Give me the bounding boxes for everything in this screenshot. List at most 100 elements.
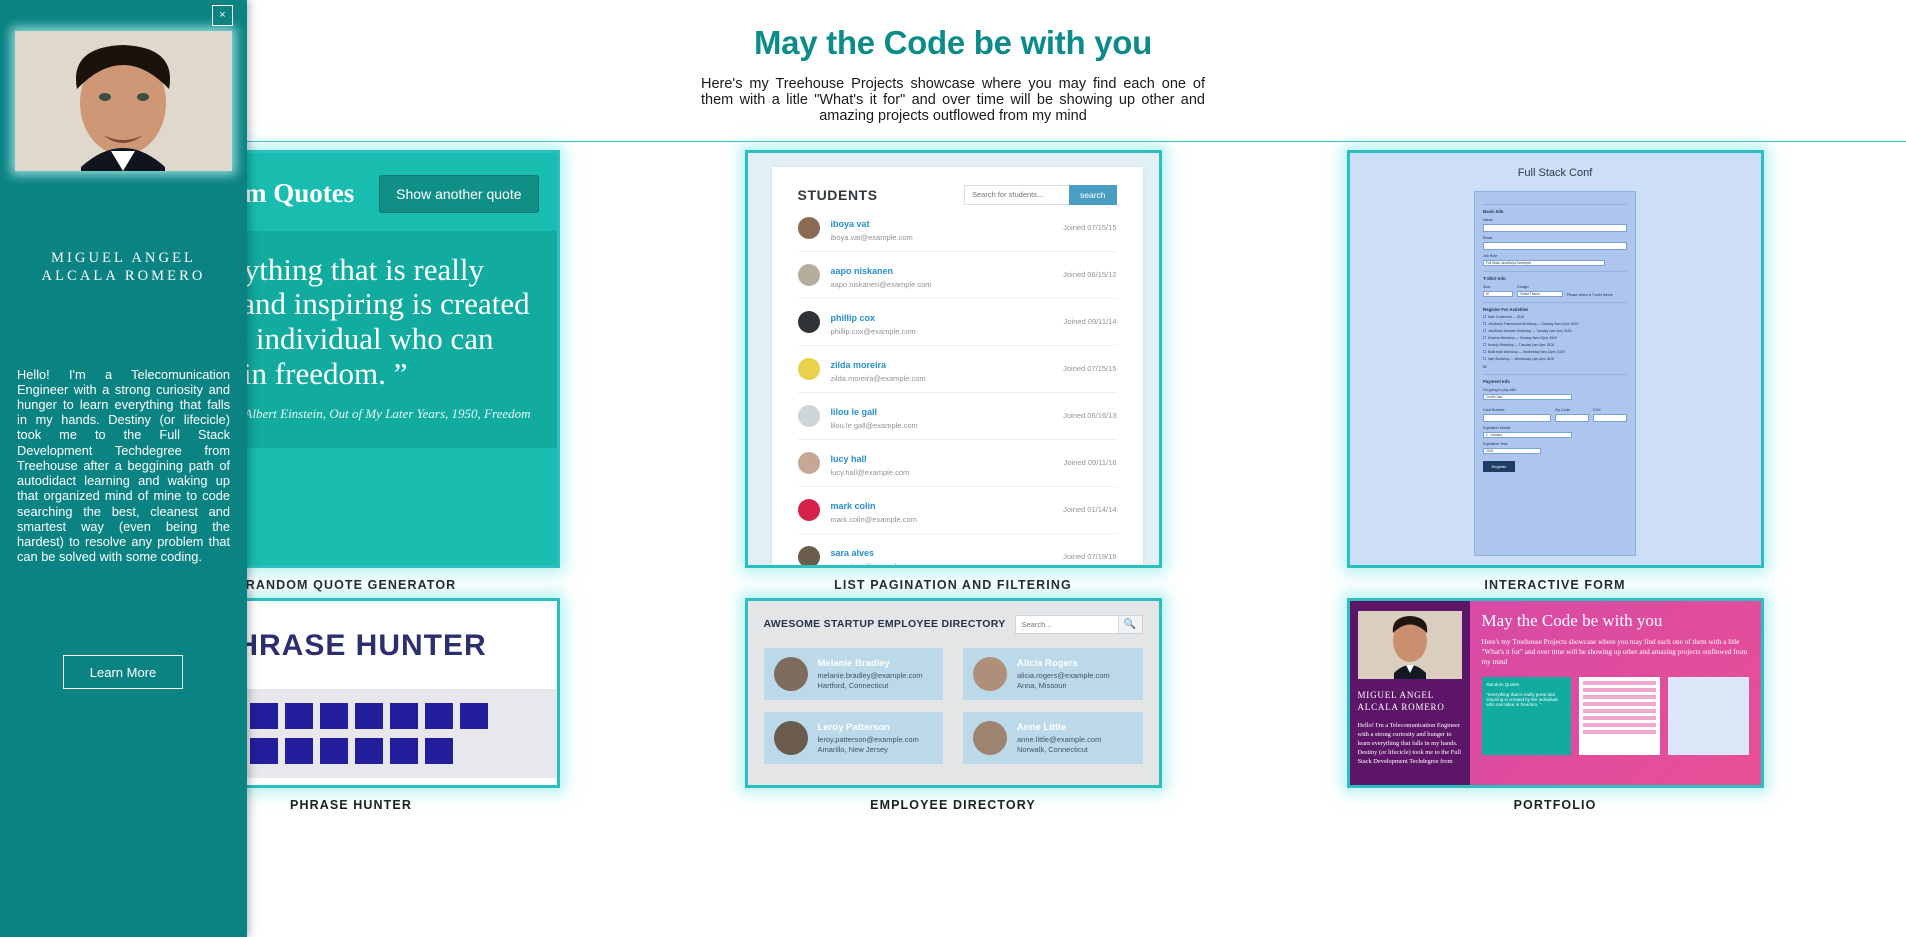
activities-total: $0 (1483, 364, 1487, 369)
key[interactable] (319, 702, 348, 729)
key[interactable] (459, 702, 488, 729)
directory-search[interactable]: 🔍 (1014, 614, 1143, 634)
key[interactable] (284, 737, 313, 764)
project-thumbnail[interactable]: STUDENTS search iboya vat iboya.vat@examp… (744, 149, 1162, 568)
activity-checkbox[interactable]: JavaScript Frameworks Workshop — Tuesday… (1483, 322, 1627, 326)
employee-name: Melanie Bradley (817, 657, 890, 669)
project-thumbnail[interactable]: Full Stack Conf Basic Info Name: Email: … (1346, 149, 1764, 568)
student-info: sara alves sara.alves@example.com (830, 543, 1064, 565)
size-select[interactable]: M (1483, 290, 1514, 297)
card-number-field[interactable] (1483, 413, 1551, 422)
activity-checkbox[interactable]: Main Conference — $100 (1483, 315, 1627, 319)
search-input[interactable] (1014, 614, 1119, 634)
portfolio-name: MIGUEL ANGEL ALCALA ROMERO (1357, 689, 1445, 712)
student-name: sara alves (830, 547, 875, 558)
table-row[interactable]: iboya vat iboya.vat@example.com Joined 07/… (797, 205, 1117, 252)
email-field[interactable] (1483, 241, 1627, 250)
register-button[interactable]: Register (1483, 460, 1515, 472)
activity-label: Build tools Workshop — Wednesday 9am-12p… (1488, 349, 1565, 354)
avatar (1357, 610, 1462, 679)
key[interactable] (424, 702, 453, 729)
list-item[interactable]: Leroy Patterson leroy.patterson@example.c… (763, 711, 943, 764)
exp-year-select[interactable]: 2018 (1483, 447, 1541, 454)
profile-name-line2: ALCALA ROMERO (41, 268, 206, 285)
activity-checkbox[interactable]: Express Workshop — Tuesday 9am-12pm, $10… (1483, 336, 1627, 340)
profile-photo (15, 31, 232, 171)
label-zip: Zip Code: (1555, 407, 1571, 412)
employee-location: Amarillo, New Jersey (817, 744, 888, 754)
student-email: aapo.niskanen@example.com (830, 279, 932, 289)
activity-label: JavaScript Frameworks Workshop — Tuesday… (1488, 321, 1579, 326)
portfolio-preview: MIGUEL ANGEL ALCALA ROMERO Hello! I'm a … (1349, 600, 1761, 785)
label-exp-year: Expiration Year: (1483, 441, 1509, 446)
student-email: lilou.le gall@example.com (830, 420, 918, 430)
table-row[interactable]: mark colin mark.colin@example.com Joined 0… (797, 487, 1117, 534)
checkbox-icon[interactable] (1483, 357, 1486, 361)
close-icon[interactable]: × (212, 5, 233, 26)
key[interactable] (389, 702, 418, 729)
list-item[interactable]: Alicia Rogers alicia.rogers@example.com An… (963, 647, 1143, 700)
search-button[interactable]: search (1068, 184, 1117, 205)
students-list: iboya vat iboya.vat@example.com Joined 07/… (797, 205, 1117, 565)
key[interactable] (319, 737, 348, 764)
checkbox-icon[interactable] (1483, 343, 1486, 347)
project-interactive-form[interactable]: Full Stack Conf Basic Info Name: Email: … (1300, 149, 1810, 592)
project-employee-directory[interactable]: AWESOME STARTUP EMPLOYEE DIRECTORY 🔍 Mel… (698, 597, 1208, 812)
activity-checkbox[interactable]: npm Workshop — Wednesday 1pm-4pm, $100 (1483, 357, 1627, 361)
job-role-select[interactable]: Full Stack JavaScript Developer (1483, 259, 1606, 266)
checkbox-icon[interactable] (1483, 336, 1486, 340)
label-pay-with: I'm going to pay with: (1483, 387, 1517, 392)
project-caption: RANDOM QUOTE GENERATOR (245, 577, 457, 592)
project-thumbnail[interactable]: MIGUEL ANGEL ALCALA ROMERO Hello! I'm a … (1346, 597, 1764, 788)
project-list-pagination-filtering[interactable]: STUDENTS search iboya vat iboya.vat@examp… (698, 149, 1208, 592)
list-item[interactable]: Anne Little anne.little@example.com Norwal… (963, 711, 1143, 764)
checkbox-icon[interactable] (1483, 350, 1486, 354)
projects-grid: Random Quotes Show another quote “Everyt… (0, 142, 1906, 812)
exp-month-select[interactable]: 1 - January (1483, 431, 1573, 438)
showcase-page: May the Code be with you Here's my Treeh… (0, 0, 1906, 937)
list-item[interactable]: Melanie Bradley melanie.bradley@example.c… (763, 647, 943, 700)
students-search[interactable]: search (963, 184, 1117, 205)
activity-checkbox[interactable]: Build tools Workshop — Wednesday 9am-12p… (1483, 350, 1627, 354)
payment-select[interactable]: Credit Card (1483, 393, 1573, 400)
table-row[interactable]: phillip cox phillip.cox@example.com Joined… (797, 299, 1117, 346)
show-another-quote-button[interactable]: Show another quote (379, 174, 539, 213)
learn-more-button[interactable]: Learn More (63, 655, 183, 689)
avatar (797, 545, 820, 565)
key[interactable] (424, 737, 453, 764)
table-row[interactable]: lilou le gall lilou.le gall@example.com Jo… (797, 393, 1117, 440)
key[interactable] (249, 702, 278, 729)
student-joined: Joined 09/11/14 (1063, 317, 1117, 327)
table-row[interactable]: lucy hall lucy.hall@example.com Joined 09/… (797, 440, 1117, 487)
cvv-field[interactable] (1593, 413, 1627, 422)
activity-checkbox[interactable]: Node.js Workshop — Tuesday 1pm-4pm, $100 (1483, 343, 1627, 347)
checkbox-icon[interactable] (1483, 329, 1486, 333)
search-icon[interactable]: 🔍 (1118, 614, 1143, 634)
checkbox-icon[interactable] (1483, 315, 1486, 319)
student-info: aapo niskanen aapo.niskanen@example.com (831, 261, 1064, 289)
activity-checkbox[interactable]: JavaScript Libraries Workshop — Tuesday … (1483, 329, 1627, 333)
label-exp-month: Expiration Month: (1483, 425, 1511, 430)
key[interactable] (354, 737, 383, 764)
zip-field[interactable] (1555, 413, 1589, 422)
search-input[interactable] (963, 184, 1069, 205)
table-row[interactable]: sara alves sara.alves@example.com Joined 0… (797, 534, 1117, 565)
key[interactable] (389, 737, 418, 764)
avatar (773, 720, 808, 755)
students-header: STUDENTS search (798, 184, 1117, 205)
avatar (973, 656, 1007, 691)
name-field[interactable] (1483, 223, 1627, 232)
activity-label: npm Workshop — Wednesday 1pm-4pm, $100 (1488, 356, 1555, 361)
key[interactable] (284, 702, 313, 729)
table-row[interactable]: zilda moreira zilda.moreira@example.com Jo… (797, 346, 1117, 393)
project-caption: INTERACTIVE FORM (1484, 577, 1626, 592)
design-select[interactable]: Select Theme (1517, 290, 1563, 297)
table-row[interactable]: aapo niskanen aapo.niskanen@example.com Jo… (797, 252, 1117, 299)
portfolio-paragraph: Here's my Treehouse Projects showcase wh… (1481, 637, 1748, 667)
employee-name: Alicia Rogers (1017, 657, 1078, 669)
key[interactable] (249, 737, 278, 764)
project-thumbnail[interactable]: AWESOME STARTUP EMPLOYEE DIRECTORY 🔍 Mel… (744, 597, 1162, 788)
checkbox-icon[interactable] (1483, 322, 1486, 326)
project-portfolio[interactable]: MIGUEL ANGEL ALCALA ROMERO Hello! I'm a … (1300, 597, 1810, 812)
key[interactable] (354, 702, 383, 729)
